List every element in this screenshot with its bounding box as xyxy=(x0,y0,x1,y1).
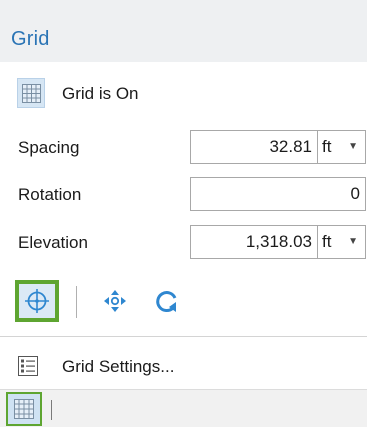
move-icon xyxy=(104,290,126,312)
move-button[interactable] xyxy=(93,280,137,322)
spacing-unit-select[interactable]: ft ▼ xyxy=(318,130,366,164)
grid-settings-label: Grid Settings... xyxy=(62,357,175,376)
elevation-row: Elevation 1,318.03 ft ▼ xyxy=(0,225,367,259)
elevation-input[interactable]: 1,318.03 xyxy=(190,225,318,259)
grid-settings-button[interactable]: Grid Settings... xyxy=(0,348,367,384)
elevation-unit-select[interactable]: ft ▼ xyxy=(318,225,366,259)
grid-status-row[interactable]: Grid is On xyxy=(0,73,367,117)
spacing-label: Spacing xyxy=(18,138,80,157)
grid-icon xyxy=(14,399,34,419)
rotation-label: Rotation xyxy=(18,185,82,204)
settings-list-icon xyxy=(18,356,38,376)
spacing-row: Spacing 32.81 ft ▼ xyxy=(0,130,367,164)
toolbar-separator xyxy=(76,286,77,318)
center-snap-button[interactable] xyxy=(15,280,59,322)
elevation-label: Elevation xyxy=(18,233,88,252)
rotate-icon xyxy=(156,291,177,313)
spacing-unit-value: ft xyxy=(322,137,332,156)
bottom-toolbar xyxy=(0,389,367,427)
rotation-input[interactable]: 0 xyxy=(190,177,366,211)
panel-title: Grid xyxy=(11,28,50,50)
grid-toggle-icon[interactable] xyxy=(17,78,45,108)
bottom-separator xyxy=(51,400,52,420)
chevron-down-icon: ▼ xyxy=(348,141,358,152)
rotation-row: Rotation 0 xyxy=(0,177,367,211)
chevron-down-icon: ▼ xyxy=(348,236,358,247)
panel-header: Grid xyxy=(0,0,367,62)
elevation-unit-value: ft xyxy=(322,232,332,251)
rotate-button[interactable] xyxy=(145,280,189,322)
spacing-input[interactable]: 32.81 xyxy=(190,130,318,164)
grid-tools-toolbar xyxy=(0,280,367,324)
bottom-grid-toggle-button[interactable] xyxy=(6,392,42,426)
center-snap-icon xyxy=(25,289,49,313)
section-divider xyxy=(0,336,367,337)
grid-status-label: Grid is On xyxy=(62,84,139,103)
